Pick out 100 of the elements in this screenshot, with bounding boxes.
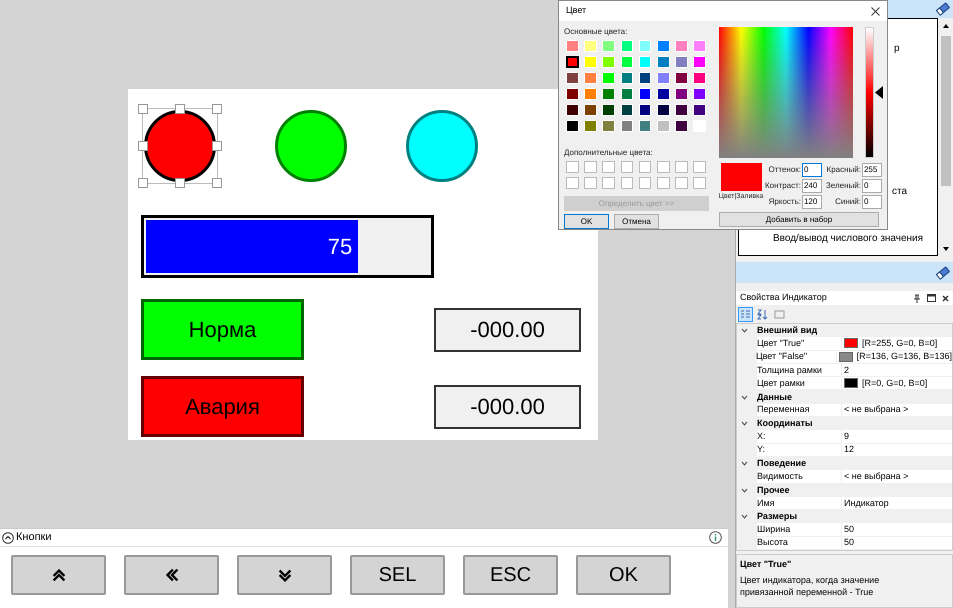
number-field[interactable]: 0 <box>862 195 882 209</box>
property-label: Имя <box>757 498 776 508</box>
eraser-icon[interactable] <box>936 266 950 280</box>
custom-color-slot[interactable] <box>602 177 616 189</box>
chevron-down-icon[interactable] <box>741 514 748 520</box>
key-button[interactable]: SEL <box>350 555 445 595</box>
property-value[interactable]: < не выбрана > <box>844 472 908 481</box>
property-label: Переменная <box>757 405 810 414</box>
progress-value: 75 <box>328 233 352 261</box>
custom-color-slot[interactable] <box>602 161 616 173</box>
field-label: Яркость: <box>768 196 801 208</box>
custom-color-slot[interactable] <box>620 161 634 173</box>
property-value[interactable]: [R=136, G=136, B=136] <box>856 352 952 362</box>
property-value[interactable]: [R=255, G=0, B=0] <box>862 338 938 348</box>
toolbox-item[interactable]: ста <box>892 184 908 199</box>
number-field[interactable]: 255 <box>862 163 882 177</box>
panel-title: Свойства Индикатор <box>740 291 827 304</box>
panel-title: Кнопки <box>16 530 52 546</box>
resize-handle[interactable] <box>138 178 148 188</box>
custom-color-slot[interactable] <box>656 177 670 189</box>
chevron-down-icon[interactable] <box>741 421 748 426</box>
close-icon[interactable] <box>942 294 949 302</box>
help-title: Цвет "True" <box>740 558 792 572</box>
property-value[interactable]: < не выбрана > <box>844 405 908 414</box>
custom-color-slot[interactable] <box>675 161 688 173</box>
custom-color-slot[interactable] <box>566 161 579 173</box>
dialog-title: Цвет <box>566 4 586 18</box>
category-label: Координаты <box>757 419 813 428</box>
custom-color-slot[interactable] <box>693 161 706 173</box>
toolbox-item[interactable]: Ввод/вывод числового значения <box>773 231 924 246</box>
scroll-up-icon[interactable] <box>942 22 950 30</box>
resize-handle[interactable] <box>175 104 185 114</box>
resize-handle[interactable] <box>212 104 222 114</box>
status-label: Норма <box>141 299 304 360</box>
property-value[interactable]: 50 <box>844 538 854 548</box>
luminance-bar[interactable] <box>865 27 874 158</box>
property-value[interactable]: [R=0, G=0, B=0] <box>862 378 928 388</box>
field-label: Зеленый: <box>826 180 861 192</box>
info-icon[interactable] <box>709 531 722 544</box>
eraser-icon[interactable] <box>936 2 950 16</box>
custom-color-slot[interactable] <box>638 161 652 173</box>
chevron-down-icon[interactable] <box>741 461 748 466</box>
category-label: Размеры <box>757 512 798 522</box>
property-label: X: <box>757 432 767 442</box>
sort-az-icon[interactable] <box>755 306 770 322</box>
numeric-display: -000.00 <box>434 308 581 352</box>
color-spectrum[interactable] <box>719 27 853 158</box>
resize-handle[interactable] <box>212 178 222 188</box>
resize-handle[interactable] <box>138 104 148 114</box>
category-label: Поведение <box>757 459 806 468</box>
resize-handle[interactable] <box>175 178 185 188</box>
cancel-button[interactable]: Отмена <box>614 214 659 229</box>
number-field[interactable]: 240 <box>802 179 822 193</box>
category-label: Внешний вид <box>757 326 818 336</box>
custom-color-slot[interactable] <box>693 177 706 189</box>
toolbox-item[interactable]: р <box>894 41 900 56</box>
property-value[interactable]: 50 <box>844 525 854 534</box>
property-label: Толщина рамки <box>757 366 823 375</box>
custom-color-slot[interactable] <box>656 161 670 173</box>
close-icon[interactable] <box>871 6 880 16</box>
scroll-down-icon[interactable] <box>942 245 950 253</box>
field-label: Красный: <box>826 164 861 176</box>
ok-button[interactable]: OK <box>564 214 609 229</box>
numeric-display: -000.00 <box>434 384 581 428</box>
custom-color-slot[interactable] <box>584 161 597 173</box>
number-field[interactable]: 0 <box>802 163 822 177</box>
property-value[interactable]: 12 <box>844 445 854 454</box>
pin-icon[interactable] <box>913 294 921 302</box>
luminance-pointer-icon[interactable] <box>875 86 883 99</box>
chevron-down-icon[interactable] <box>741 328 748 334</box>
custom-color-slot[interactable] <box>566 177 579 189</box>
collapse-icon[interactable] <box>2 532 14 544</box>
category-label: Данные <box>757 392 792 402</box>
key-button[interactable]: OK <box>576 555 671 595</box>
field-label: Синий: <box>835 196 861 208</box>
custom-color-slot[interactable] <box>675 177 688 189</box>
arrow-button[interactable] <box>237 555 332 595</box>
property-label: Цвет "False" <box>756 352 808 362</box>
chevron-down-icon[interactable] <box>741 488 748 493</box>
color-swatch[interactable] <box>566 56 579 68</box>
custom-color-slot[interactable] <box>584 177 597 189</box>
scrollbar-thumb[interactable] <box>941 36 951 186</box>
property-value[interactable]: 9 <box>844 432 850 442</box>
maximize-icon[interactable] <box>927 294 936 302</box>
property-value[interactable]: 2 <box>844 366 850 375</box>
number-field[interactable]: 120 <box>802 195 822 209</box>
categorized-icon[interactable] <box>738 306 753 322</box>
chevron-down-icon[interactable] <box>741 394 748 400</box>
resize-handle[interactable] <box>212 141 222 151</box>
custom-color-slot[interactable] <box>638 177 652 189</box>
add-to-custom-button[interactable]: Добавить в набор <box>719 212 879 227</box>
resize-handle[interactable] <box>138 141 148 151</box>
property-label: Видимость <box>757 472 804 481</box>
field-label: Оттенок: <box>768 164 801 176</box>
property-label: Высота <box>757 538 789 548</box>
property-value[interactable]: Индикатор <box>844 498 889 508</box>
key-button[interactable]: ESC <box>463 555 558 595</box>
status-label: Авария <box>141 376 304 437</box>
number-field[interactable]: 0 <box>862 179 882 193</box>
custom-color-slot[interactable] <box>620 177 634 189</box>
